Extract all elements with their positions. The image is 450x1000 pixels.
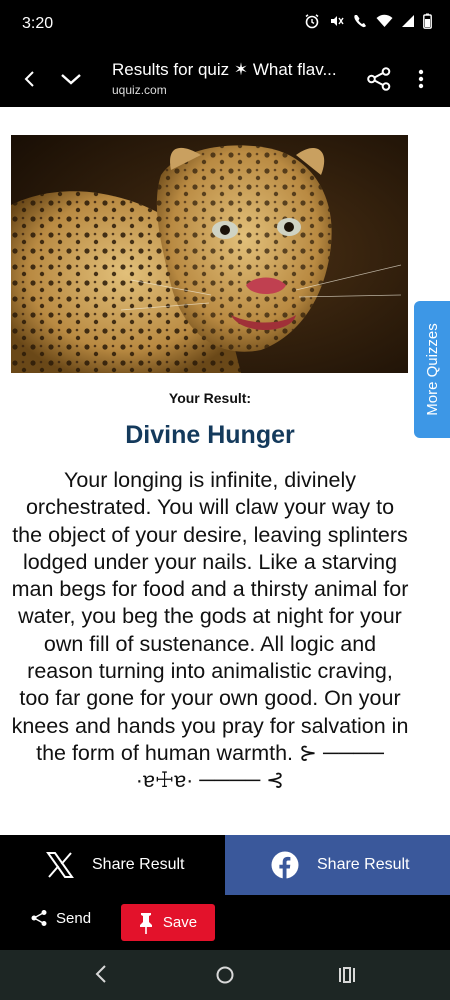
share-nodes-icon (31, 910, 47, 926)
battery-icon (423, 13, 432, 29)
facebook-logo-icon (271, 851, 299, 879)
mute-icon (331, 16, 344, 26)
send-label: Send (56, 909, 92, 927)
x-logo-icon (46, 852, 74, 878)
nav-home-icon[interactable] (214, 964, 236, 986)
status-time: 3:20 (22, 15, 54, 32)
call-icon (354, 15, 366, 28)
result-title: Divine Hunger (125, 421, 295, 449)
pin-icon (139, 912, 152, 934)
action-row: Send Save (0, 895, 450, 950)
result-description: Your longing is infinite, divinely orche… (11, 468, 409, 793)
status-icons (304, 13, 432, 29)
save-label: Save (162, 914, 198, 931)
send-button[interactable]: Send (30, 909, 91, 927)
more-vert-icon[interactable] (406, 64, 436, 94)
save-button[interactable]: Save (121, 904, 215, 941)
alarm-icon (305, 14, 319, 29)
back-arrow-icon[interactable] (14, 64, 44, 94)
share-icon[interactable] (364, 64, 394, 94)
page-title: Results for quiz ✶ What flav... (112, 60, 337, 79)
chevron-down-icon[interactable] (56, 64, 86, 94)
signal-icon (402, 15, 414, 27)
leopard-photo (11, 135, 408, 373)
nav-recents-icon[interactable] (337, 965, 357, 985)
page-domain: uquiz.com (112, 83, 167, 97)
share-facebook-label: Share Result (317, 856, 410, 873)
share-x-button[interactable]: Share Result (0, 835, 225, 895)
wifi-icon (376, 14, 393, 27)
share-facebook-button[interactable]: Share Result (225, 835, 450, 895)
status-bar: 3:20 (0, 0, 450, 50)
app-bar: Results for quiz ✶ What flav... uquiz.co… (0, 50, 450, 107)
share-x-label: Share Result (92, 856, 185, 873)
more-quizzes-tab[interactable]: More Quizzes (414, 301, 450, 438)
system-nav-bar (0, 950, 450, 1000)
more-quizzes-label: More Quizzes (423, 323, 441, 416)
quiz-result-content: Your Result: Divine Hunger Your longing … (0, 107, 450, 835)
result-image (11, 135, 408, 373)
nav-back-icon[interactable] (92, 963, 110, 985)
result-label: Your Result: (168, 390, 252, 406)
